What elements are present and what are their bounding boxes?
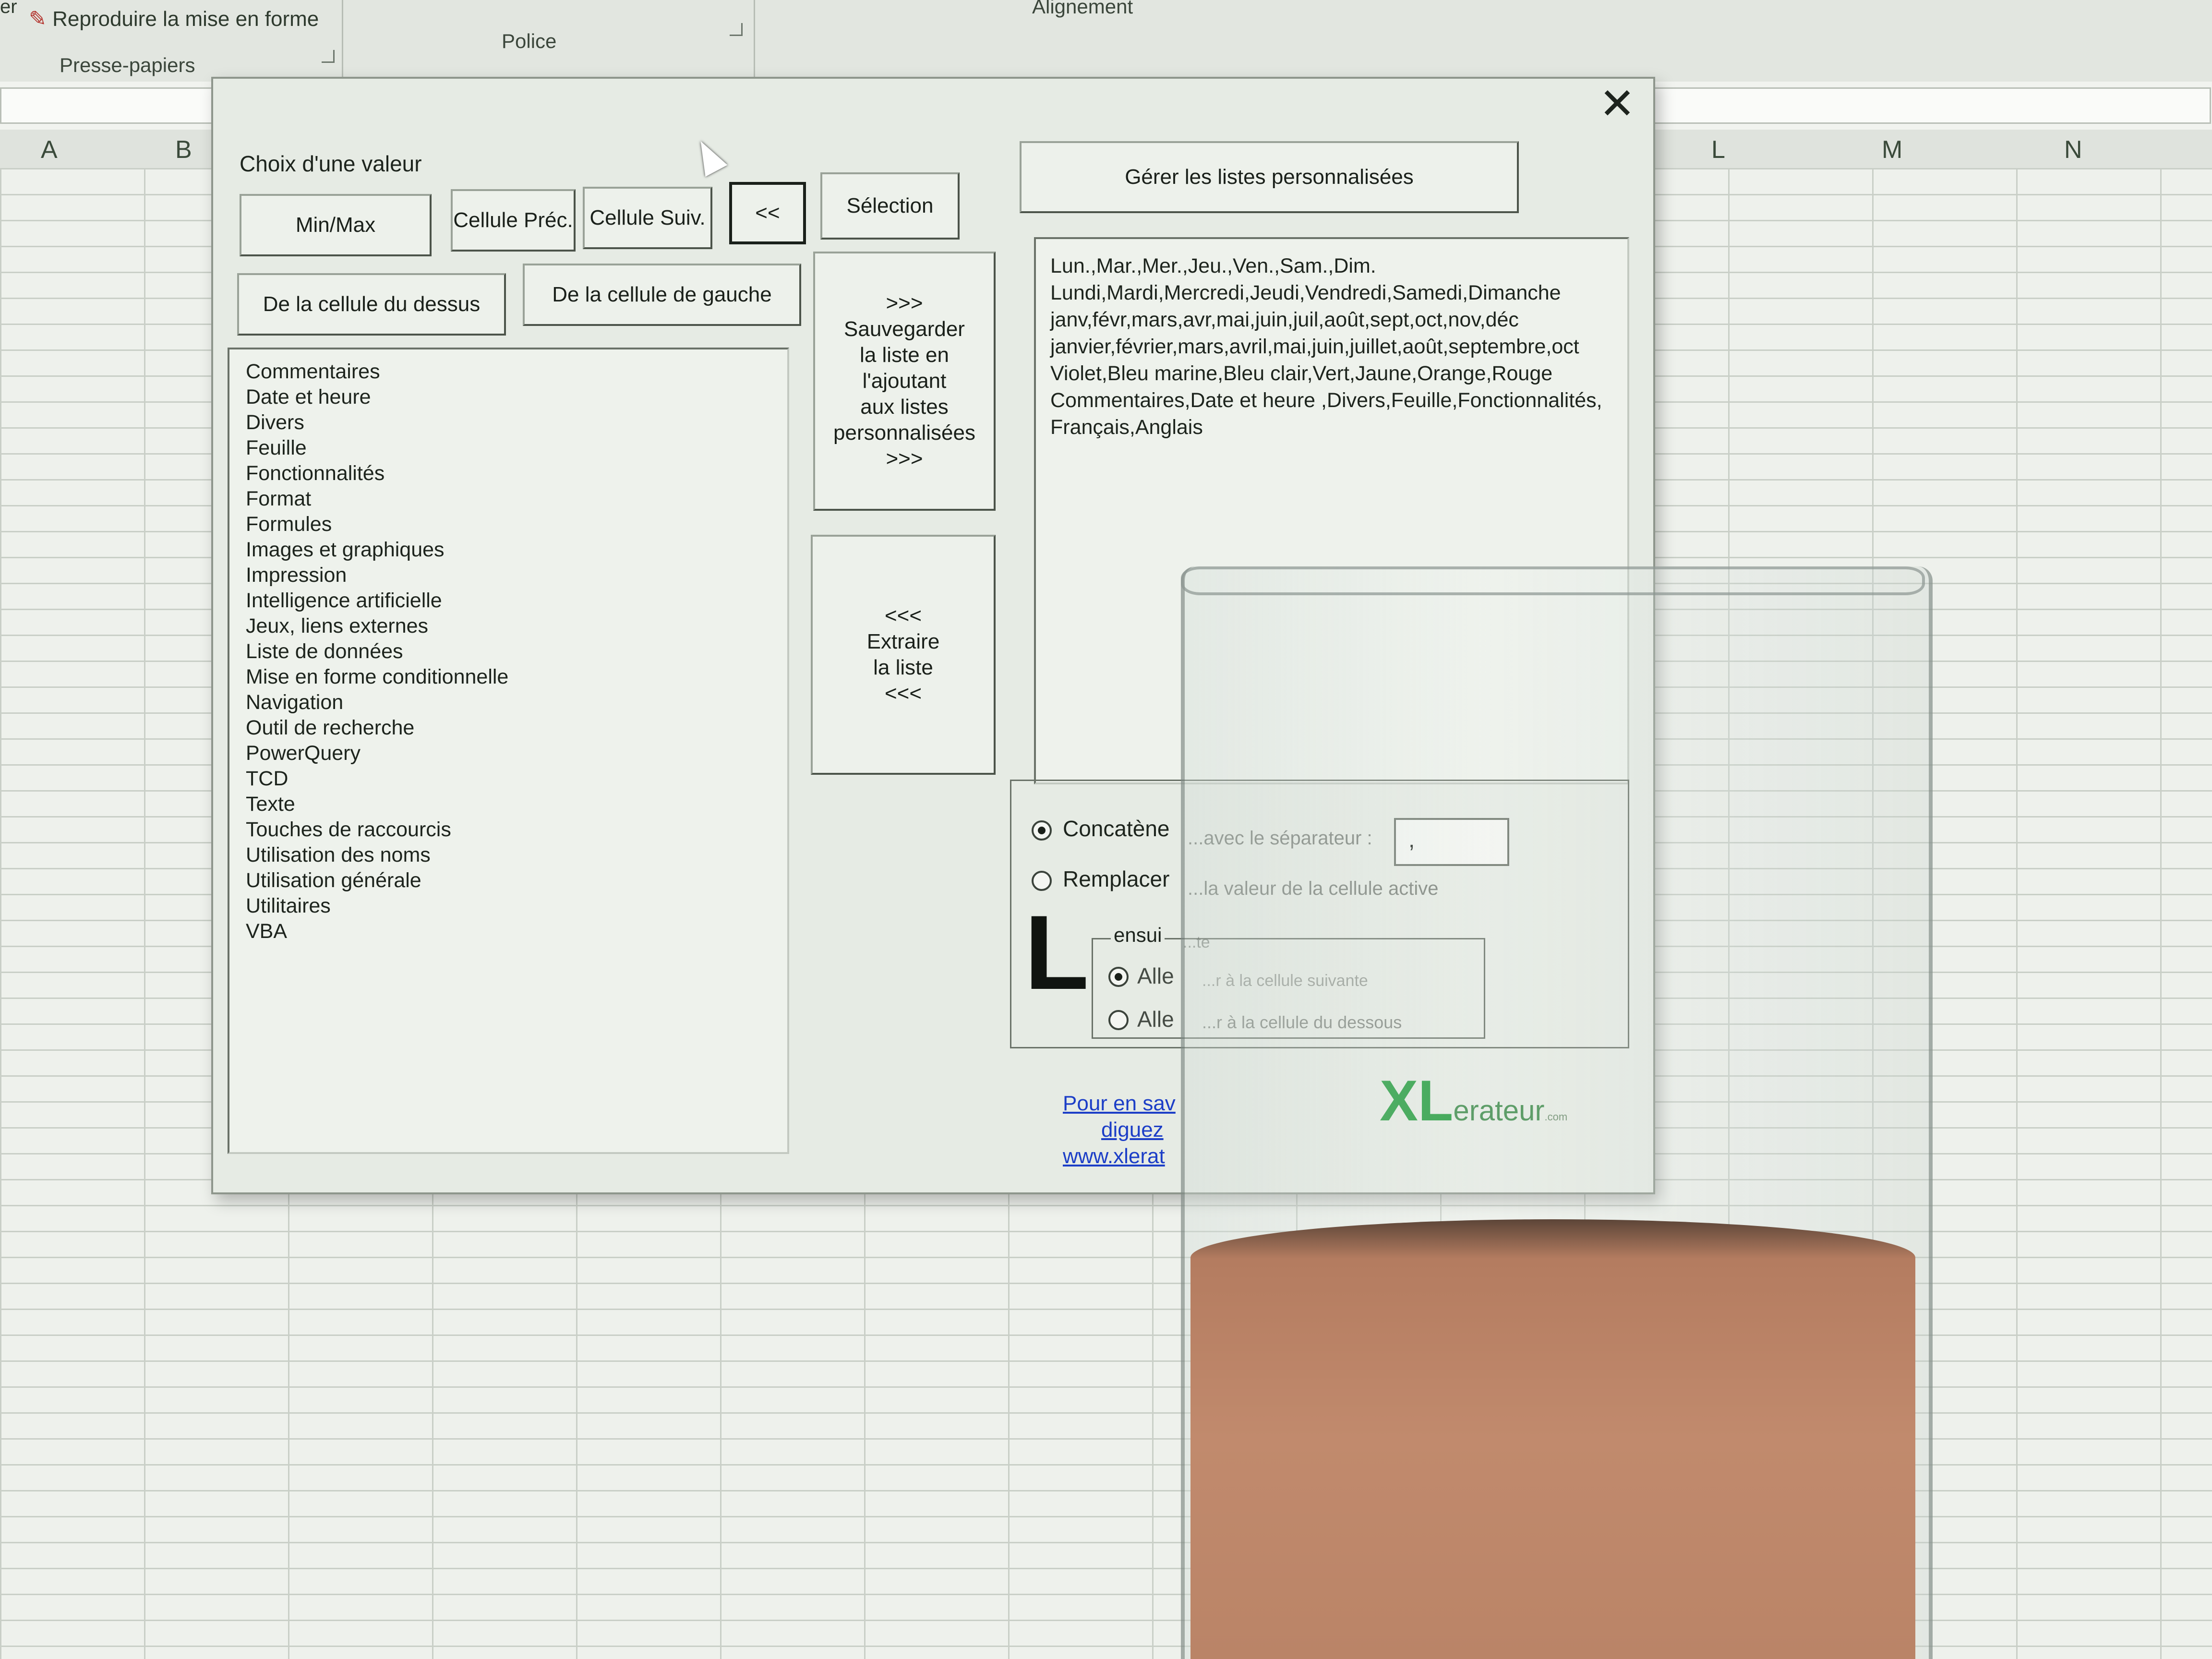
extract-button-line: Extraire: [866, 630, 940, 653]
format-painter-button[interactable]: ✎ Reproduire la mise en forme: [29, 7, 319, 31]
custom-list-line: janv,févr,mars,avr,mai,juin,juil,août,se…: [1050, 308, 1519, 331]
column-header-b[interactable]: B: [175, 135, 192, 164]
list-item[interactable]: Mise en forme conditionnelle: [246, 664, 771, 690]
logo-text: erateur: [1453, 1094, 1545, 1127]
go-next-label-rest: ...r à la cellule suivante: [1202, 972, 1368, 990]
save-button-line: Sauvegarder: [844, 317, 965, 341]
screen-photo: er ✎ Reproduire la mise en forme Presse-…: [0, 0, 2212, 1659]
next-cell-button[interactable]: Cellule Suiv.: [583, 187, 712, 249]
go-next-radio[interactable]: [1108, 967, 1129, 987]
save-button-line: personnalisées: [833, 421, 975, 445]
ribbon-separator: [754, 0, 755, 82]
save-button-line: >>>: [886, 447, 923, 470]
list-item[interactable]: Divers: [246, 410, 771, 435]
clipboard-launcher-icon[interactable]: [322, 50, 335, 63]
go-below-radio[interactable]: [1108, 1010, 1129, 1030]
save-button-line: la liste en: [860, 343, 949, 367]
list-item[interactable]: Commentaires: [246, 359, 771, 385]
custom-list-line: janvier,février,mars,avril,mai,juin,juil…: [1050, 335, 1579, 358]
click-link[interactable]: diguez: [1101, 1118, 1164, 1142]
more-info-link[interactable]: Pour en sav: [1063, 1092, 1176, 1116]
list-item[interactable]: Outil de recherche: [246, 715, 771, 741]
replace-value-label: ...la valeur de la cellule active: [1188, 878, 1439, 899]
extract-button-line: <<<: [884, 604, 922, 627]
ribbon-clipped-text: er: [0, 0, 17, 17]
collapse-button[interactable]: <<: [729, 182, 806, 244]
concat-label: Concatène: [1063, 816, 1170, 841]
list-item[interactable]: Utilisation des noms: [246, 842, 771, 868]
column-header-m[interactable]: M: [1882, 135, 1902, 164]
font-launcher-icon[interactable]: [730, 23, 743, 36]
logo-x: X: [1380, 1069, 1419, 1133]
list-item[interactable]: Texte: [246, 792, 771, 817]
custom-list-line: Lun.,Mar.,Mer.,Jeu.,Ven.,Sam.,Dim.: [1050, 254, 1376, 277]
list-item[interactable]: Images et graphiques: [246, 537, 771, 563]
list-item[interactable]: Fonctionnalités: [246, 461, 771, 486]
list-item[interactable]: Impression: [246, 563, 771, 588]
from-cell-above-button[interactable]: De la cellule du dessus: [237, 273, 506, 336]
list-item[interactable]: Date et heure: [246, 385, 771, 410]
separator-input[interactable]: ,: [1394, 818, 1509, 866]
list-item[interactable]: Utilisation générale: [246, 868, 771, 893]
list-item[interactable]: PowerQuery: [246, 741, 771, 766]
close-icon[interactable]: ✕: [1596, 83, 1639, 126]
column-header-l[interactable]: L: [1711, 135, 1725, 164]
selection-button[interactable]: Sélection: [820, 172, 960, 240]
choose-value-label: Choix d'une valeur: [240, 151, 422, 176]
logo-suffix: .com: [1544, 1111, 1568, 1123]
from-cell-left-button[interactable]: De la cellule de gauche: [523, 264, 801, 326]
category-listbox[interactable]: Commentaires Date et heure Divers Feuill…: [228, 348, 789, 1154]
list-item[interactable]: Feuille: [246, 435, 771, 461]
paintbrush-icon: ✎: [29, 7, 47, 31]
list-item[interactable]: Touches de raccourcis: [246, 817, 771, 842]
custom-lists-textarea[interactable]: Lun.,Mar.,Mer.,Jeu.,Ven.,Sam.,Dim. Lundi…: [1034, 237, 1629, 784]
go-next-label: Alle: [1137, 963, 1174, 988]
list-item[interactable]: Liste de données: [246, 639, 771, 664]
go-below-label-rest: ...r à la cellule du dessous: [1202, 1012, 1402, 1032]
letter-l-graphic: L: [1024, 893, 1089, 1011]
list-item[interactable]: Formules: [246, 512, 771, 537]
custom-list-line: Français,Anglais: [1050, 416, 1203, 439]
concat-radio[interactable]: [1032, 820, 1052, 841]
list-item[interactable]: TCD: [246, 766, 771, 792]
xlerateur-logo: XLerateur.com: [1380, 1068, 1567, 1134]
replace-radio[interactable]: [1032, 871, 1052, 891]
concat-separator-label: ...avec le séparateur :: [1188, 828, 1372, 849]
list-item[interactable]: Format: [246, 486, 771, 512]
format-painter-label: Reproduire la mise en forme: [52, 7, 319, 31]
list-item[interactable]: Utilitaires: [246, 893, 771, 919]
list-item[interactable]: VBA: [246, 919, 771, 944]
then-label: ensui: [1111, 924, 1165, 947]
group-font-label: Police: [502, 30, 557, 52]
website-link[interactable]: www.xlerat: [1063, 1144, 1165, 1168]
ribbon-separator: [342, 0, 343, 82]
column-header-a[interactable]: A: [41, 135, 58, 164]
list-item[interactable]: Intelligence artificielle: [246, 588, 771, 613]
save-button-line: l'ajoutant: [862, 369, 947, 393]
custom-list-line: Lundi,Mardi,Mercredi,Jeudi,Vendredi,Same…: [1050, 281, 1561, 304]
extract-button-line: la liste: [873, 656, 933, 679]
column-header-n[interactable]: N: [2064, 135, 2082, 164]
extract-button-line: <<<: [884, 682, 922, 705]
save-to-custom-lists-button[interactable]: >>> Sauvegarder la liste en l'ajoutant a…: [813, 252, 996, 511]
then-label-rest: ...te: [1183, 933, 1210, 951]
list-item[interactable]: Navigation: [246, 690, 771, 715]
save-button-line: >>>: [886, 291, 923, 315]
prev-cell-button[interactable]: Cellule Préc.: [451, 189, 576, 252]
group-alignment-label: Alignement: [1032, 0, 1133, 18]
go-below-label: Alle: [1137, 1007, 1174, 1032]
list-item[interactable]: Jeux, liens externes: [246, 613, 771, 639]
save-button-line: aux listes: [860, 395, 949, 419]
minmax-button[interactable]: Min/Max: [240, 194, 432, 256]
custom-list-line: Violet,Bleu marine,Bleu clair,Vert,Jaune…: [1050, 362, 1553, 385]
replace-label: Remplacer: [1063, 866, 1170, 891]
manage-custom-lists-button[interactable]: Gérer les listes personnalisées: [1020, 141, 1519, 213]
choose-value-dialog: ✕ Choix d'une valeur Min/Max Cellule Pré…: [211, 77, 1655, 1194]
group-clipboard-label: Presse-papiers: [60, 54, 195, 76]
custom-list-line: Commentaires,Date et heure ,Divers,Feuil…: [1050, 389, 1602, 412]
extract-list-button[interactable]: <<< Extraire la liste <<<: [811, 535, 996, 775]
logo-l: L: [1418, 1069, 1454, 1133]
